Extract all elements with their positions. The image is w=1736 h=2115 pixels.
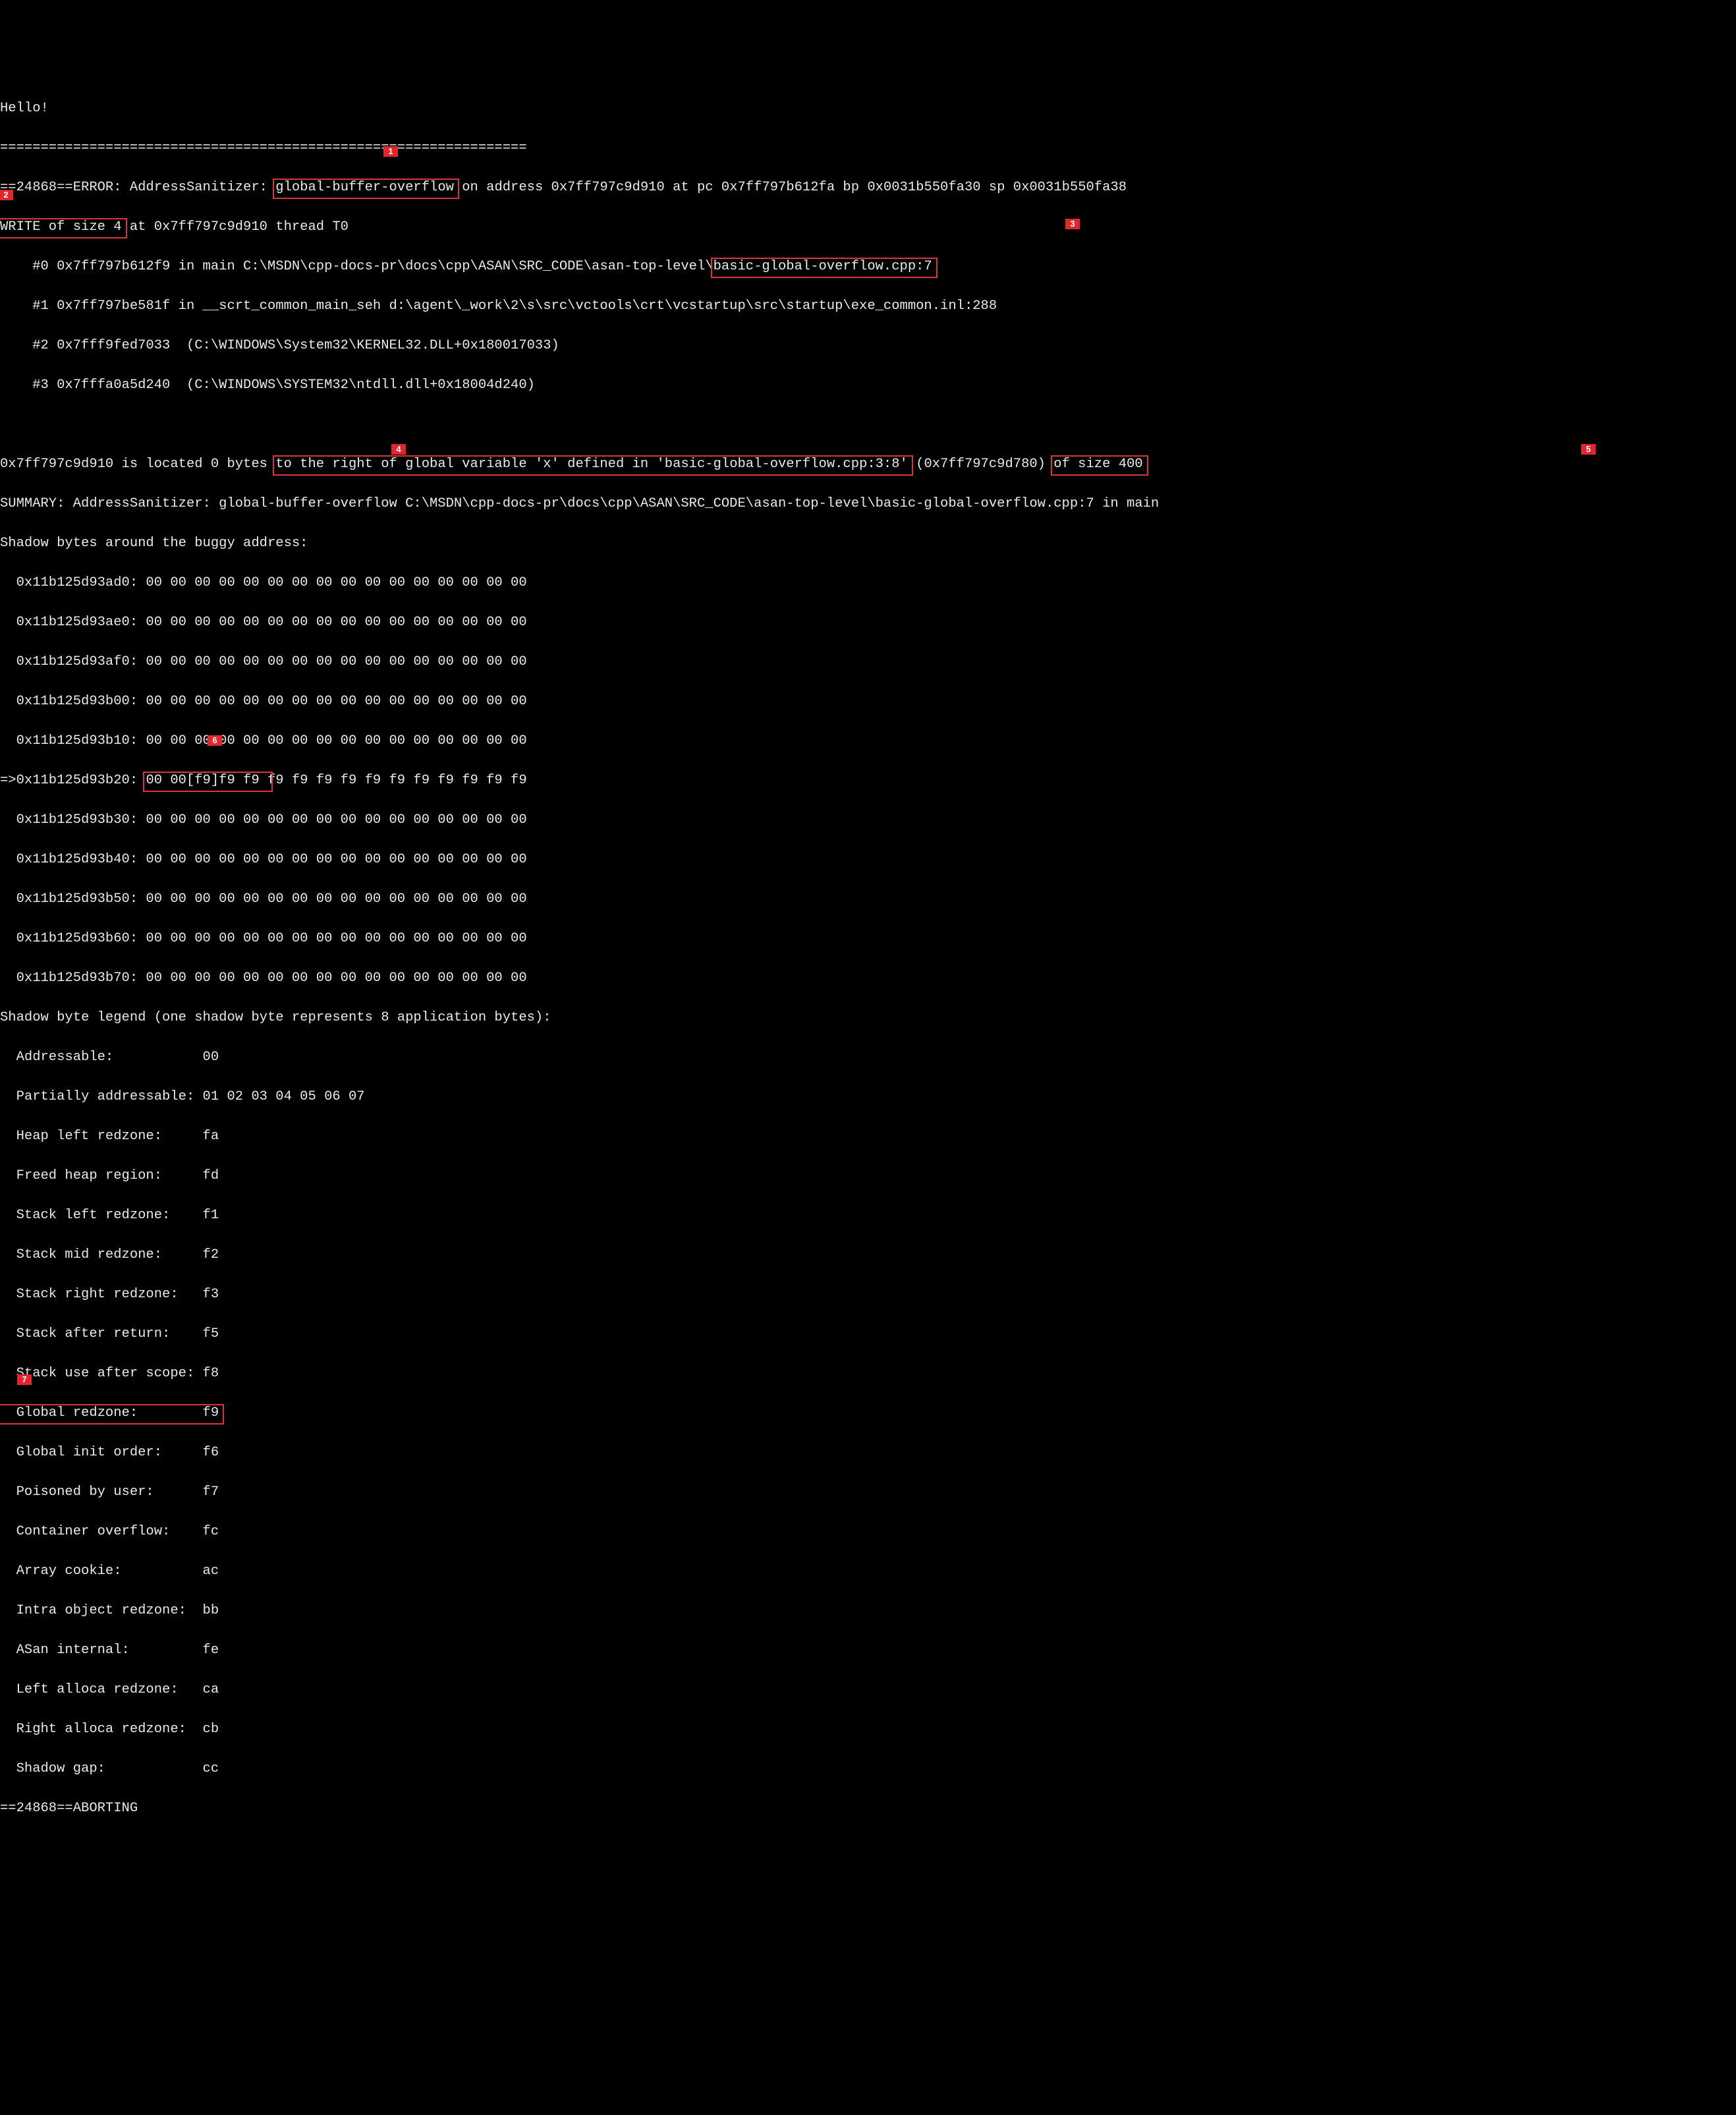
legend-row-scope: Stack use after scope: f8 7 <box>0 1364 1736 1384</box>
legend-row: Addressable: 00 <box>0 1048 1736 1067</box>
stack-frame-2: #2 0x7fff9fed7033 (C:\WINDOWS\System32\K… <box>0 336 1736 356</box>
legend-row: Partially addressable: 01 02 03 04 05 06… <box>0 1087 1736 1107</box>
shadow-header: Shadow bytes around the buggy address: <box>0 534 1736 553</box>
legend-row: Left alloca redzone: ca <box>0 1680 1736 1700</box>
located-line: 0x7ff797c9d910 is located 0 bytes to the… <box>0 455 1736 474</box>
legend-header: Shadow byte legend (one shadow byte repr… <box>0 1008 1736 1028</box>
legend-row: Intra object redzone: bb <box>0 1601 1736 1621</box>
legend-row: Stack right redzone: f3 <box>0 1285 1736 1305</box>
abort-line: ==24868==ABORTING <box>0 1799 1736 1819</box>
shadow-row: 0x11b125d93ae0: 00 00 00 00 00 00 00 00 … <box>0 613 1736 633</box>
legend-row: Freed heap region: fd <box>0 1166 1736 1186</box>
shadow-row-b10: 0x11b125d93b10: 00 00 00 00 00 00 00 00 … <box>0 731 1736 751</box>
legend-row: Array cookie: ac <box>0 1562 1736 1581</box>
shadow-row-b20: =>0x11b125d93b20: 00 00[f9]f9 f9 f9 f9 f… <box>0 771 1736 791</box>
legend-row-global: Global redzone: f9 <box>0 1403 1736 1423</box>
callout-5: 5 <box>1581 444 1596 455</box>
legend-row: Container overflow: fc <box>0 1522 1736 1542</box>
write-line: WRITE of size 4 at 0x7ff797c9d910 thread… <box>0 217 1736 237</box>
legend-row: Poisoned by user: f7 <box>0 1482 1736 1502</box>
summary-line: SUMMARY: AddressSanitizer: global-buffer… <box>0 494 1736 514</box>
legend-row: Stack after return: f5 <box>0 1324 1736 1344</box>
legend-row: Stack left redzone: f1 <box>0 1206 1736 1226</box>
legend-row: Global init order: f6 <box>0 1443 1736 1463</box>
greeting-line: Hello! <box>0 101 49 116</box>
shadow-row: 0x11b125d93af0: 00 00 00 00 00 00 00 00 … <box>0 652 1736 672</box>
legend-row: Stack mid redzone: f2 <box>0 1245 1736 1265</box>
legend-row: Shadow gap: cc <box>0 1759 1736 1779</box>
shadow-row: 0x11b125d93b40: 00 00 00 00 00 00 00 00 … <box>0 850 1736 870</box>
divider-line: ========================================… <box>0 138 1736 158</box>
legend-row: ASan internal: fe <box>0 1641 1736 1660</box>
stack-frame-0: #0 0x7ff797b612f9 in main C:\MSDN\cpp-do… <box>0 257 1736 277</box>
shadow-row: 0x11b125d93b50: 00 00 00 00 00 00 00 00 … <box>0 889 1736 909</box>
callout-4: 4 <box>391 444 406 455</box>
shadow-row: 0x11b125d93ad0: 00 00 00 00 00 00 00 00 … <box>0 573 1736 593</box>
terminal-output: Hello! =================================… <box>0 79 1736 2016</box>
shadow-row: 0x11b125d93b60: 00 00 00 00 00 00 00 00 … <box>0 929 1736 949</box>
shadow-row: 0x11b125d93b70: 00 00 00 00 00 00 00 00 … <box>0 969 1736 988</box>
legend-row: Right alloca redzone: cb <box>0 1720 1736 1739</box>
legend-row: Heap left redzone: fa <box>0 1127 1736 1146</box>
stack-frame-3: #3 0x7fffa0a5d240 (C:\WINDOWS\SYSTEM32\n… <box>0 376 1736 395</box>
error-line: ==24868==ERROR: AddressSanitizer: global… <box>0 178 1736 198</box>
shadow-row: 0x11b125d93b00: 00 00 00 00 00 00 00 00 … <box>0 692 1736 712</box>
stack-frame-1: #1 0x7ff797be581f in __scrt_common_main_… <box>0 296 1736 316</box>
shadow-row: 0x11b125d93b30: 00 00 00 00 00 00 00 00 … <box>0 810 1736 830</box>
callout-3: 3 <box>1065 219 1080 229</box>
